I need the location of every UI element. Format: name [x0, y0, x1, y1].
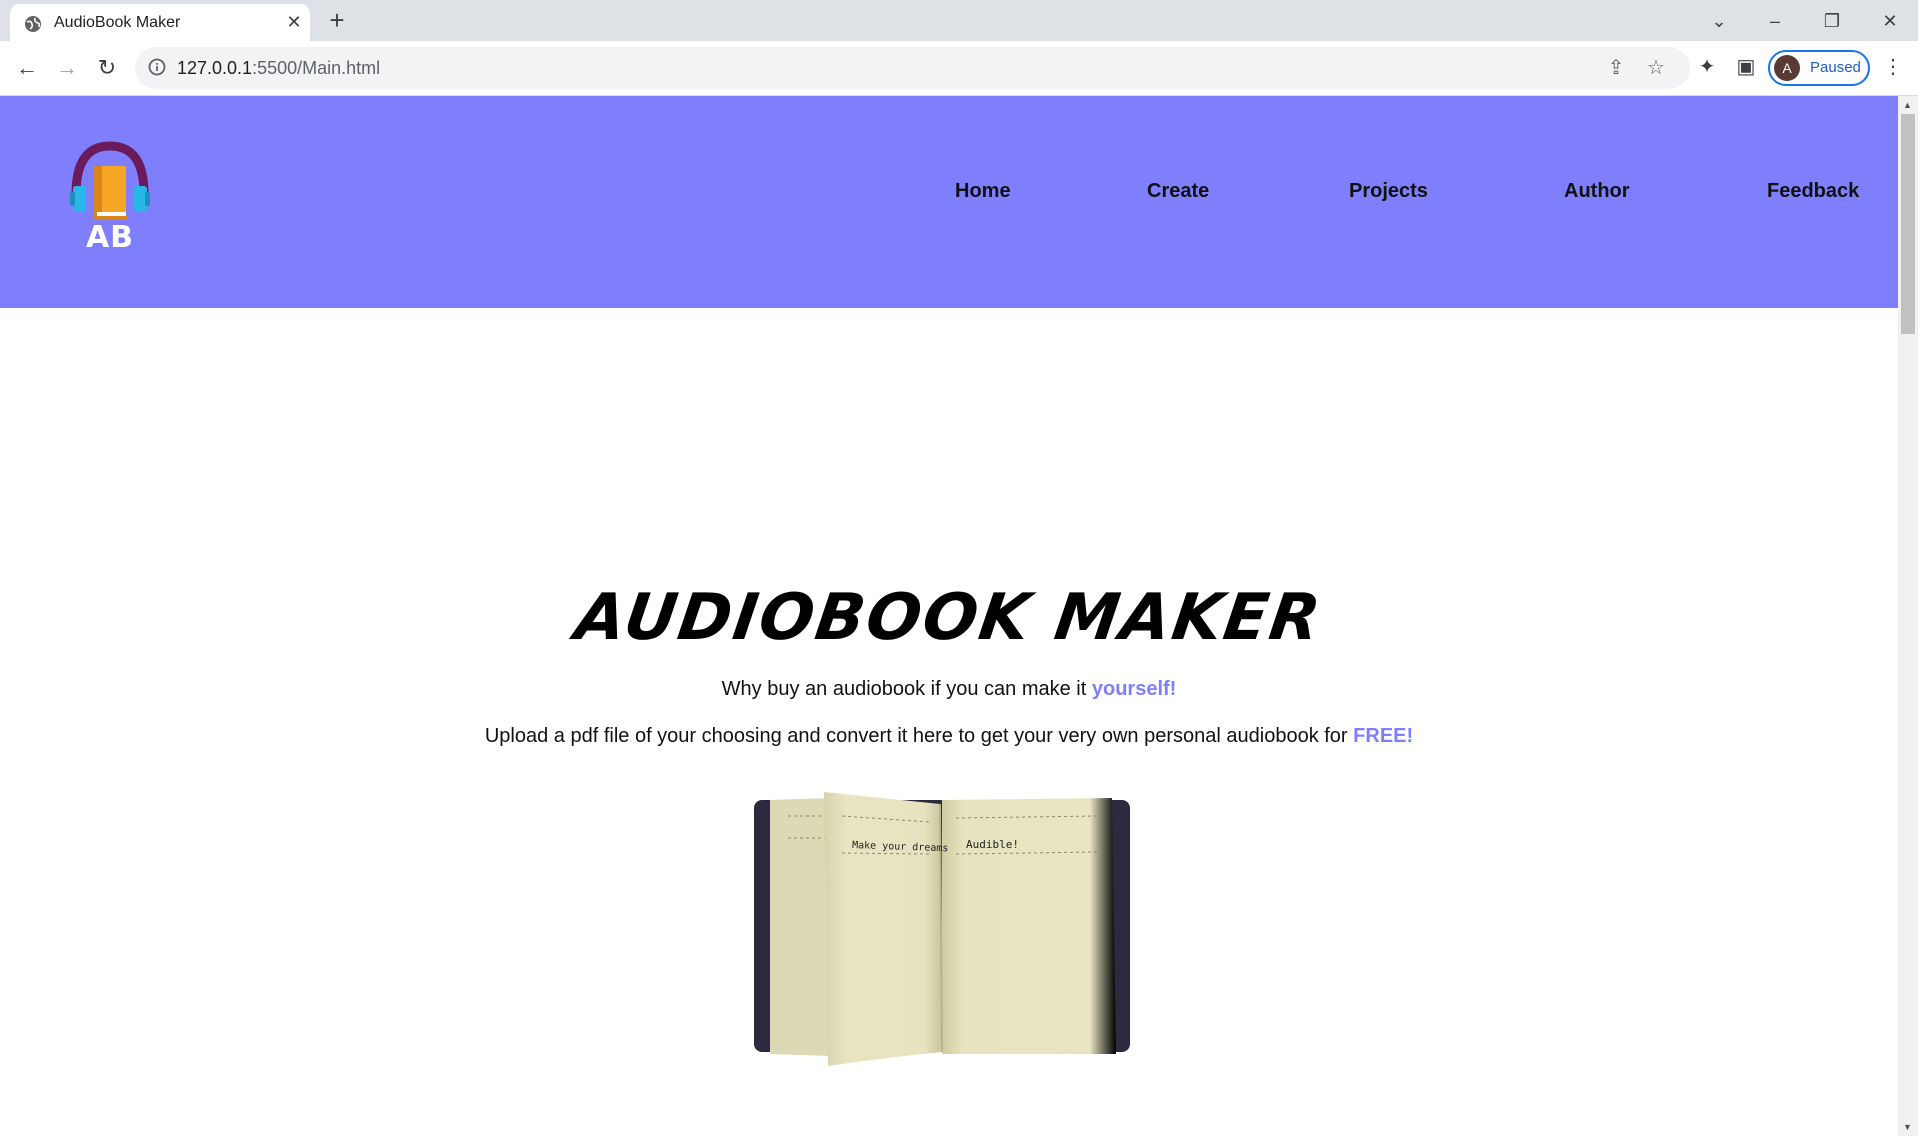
reload-icon[interactable]: ↻	[92, 53, 122, 83]
page-scrollbar[interactable]: ▲ ▼	[1898, 96, 1918, 1136]
globe-icon	[25, 16, 41, 32]
tab-title: AudioBook Maker	[54, 14, 181, 31]
browser-tab-bar: AudioBook Maker ✕ + ⌄ – ❐ ✕	[0, 0, 1918, 41]
scrollbar-thumb[interactable]	[1901, 114, 1915, 334]
avatar: A	[1774, 55, 1800, 81]
tab-search-icon[interactable]: ⌄	[1704, 6, 1734, 36]
hero-title: AUDIOBOOK MAKER	[571, 581, 1327, 655]
profile-button[interactable]: A Paused	[1768, 50, 1870, 86]
hero-tagline: Why buy an audiobook if you can make it …	[721, 678, 1177, 700]
book-text-right: Audible!	[966, 838, 1019, 851]
nav-feedback[interactable]: Feedback	[1767, 180, 1859, 203]
site-header: AB Home Create Projects Author Feedback	[0, 96, 1898, 308]
close-tab-icon[interactable]: ✕	[284, 12, 304, 32]
browser-toolbar: ← → ↻ 127.0.0.1:5500/Main.html ⇪ ☆ ✦ ▣ A…	[0, 41, 1918, 96]
close-window-icon[interactable]: ✕	[1875, 6, 1905, 36]
bookmark-star-icon[interactable]: ☆	[1645, 57, 1667, 79]
minimize-icon[interactable]: –	[1760, 6, 1790, 36]
back-icon[interactable]: ←	[12, 53, 42, 83]
profile-status: Paused	[1810, 59, 1861, 76]
url-text: 127.0.0.1:5500/Main.html	[177, 58, 381, 78]
extensions-icon[interactable]: ✦	[1694, 54, 1720, 80]
page-viewport: AB Home Create Projects Author Feedback …	[0, 96, 1898, 1136]
open-book-illustration: Make your dreams Audible!	[754, 792, 1130, 1066]
share-icon[interactable]: ⇪	[1605, 57, 1627, 79]
site-info-icon[interactable]	[147, 57, 167, 77]
tagline-accent: yourself!	[1091, 678, 1177, 700]
scroll-down-icon[interactable]: ▼	[1903, 1122, 1912, 1132]
scroll-up-icon[interactable]: ▲	[1903, 100, 1912, 110]
hero-description: Upload a pdf file of your choosing and c…	[484, 725, 1414, 747]
restore-icon[interactable]: ❐	[1817, 6, 1847, 36]
hero-title-wrap: AUDIOBOOK MAKER	[0, 581, 1898, 655]
menu-icon[interactable]: ⋮	[1880, 54, 1906, 80]
description-accent: FREE!	[1353, 725, 1414, 747]
nav-create[interactable]: Create	[1147, 180, 1209, 203]
side-panel-icon[interactable]: ▣	[1733, 54, 1759, 80]
new-tab-icon[interactable]: +	[324, 7, 350, 34]
nav-home[interactable]: Home	[955, 180, 1011, 203]
browser-tab[interactable]: AudioBook Maker ✕	[10, 4, 310, 41]
address-bar[interactable]: 127.0.0.1:5500/Main.html ⇪ ☆	[135, 47, 1690, 89]
nav-projects[interactable]: Projects	[1349, 180, 1428, 203]
nav-author[interactable]: Author	[1564, 180, 1630, 203]
forward-icon[interactable]: →	[52, 53, 82, 83]
logo-text: AB	[85, 220, 135, 255]
